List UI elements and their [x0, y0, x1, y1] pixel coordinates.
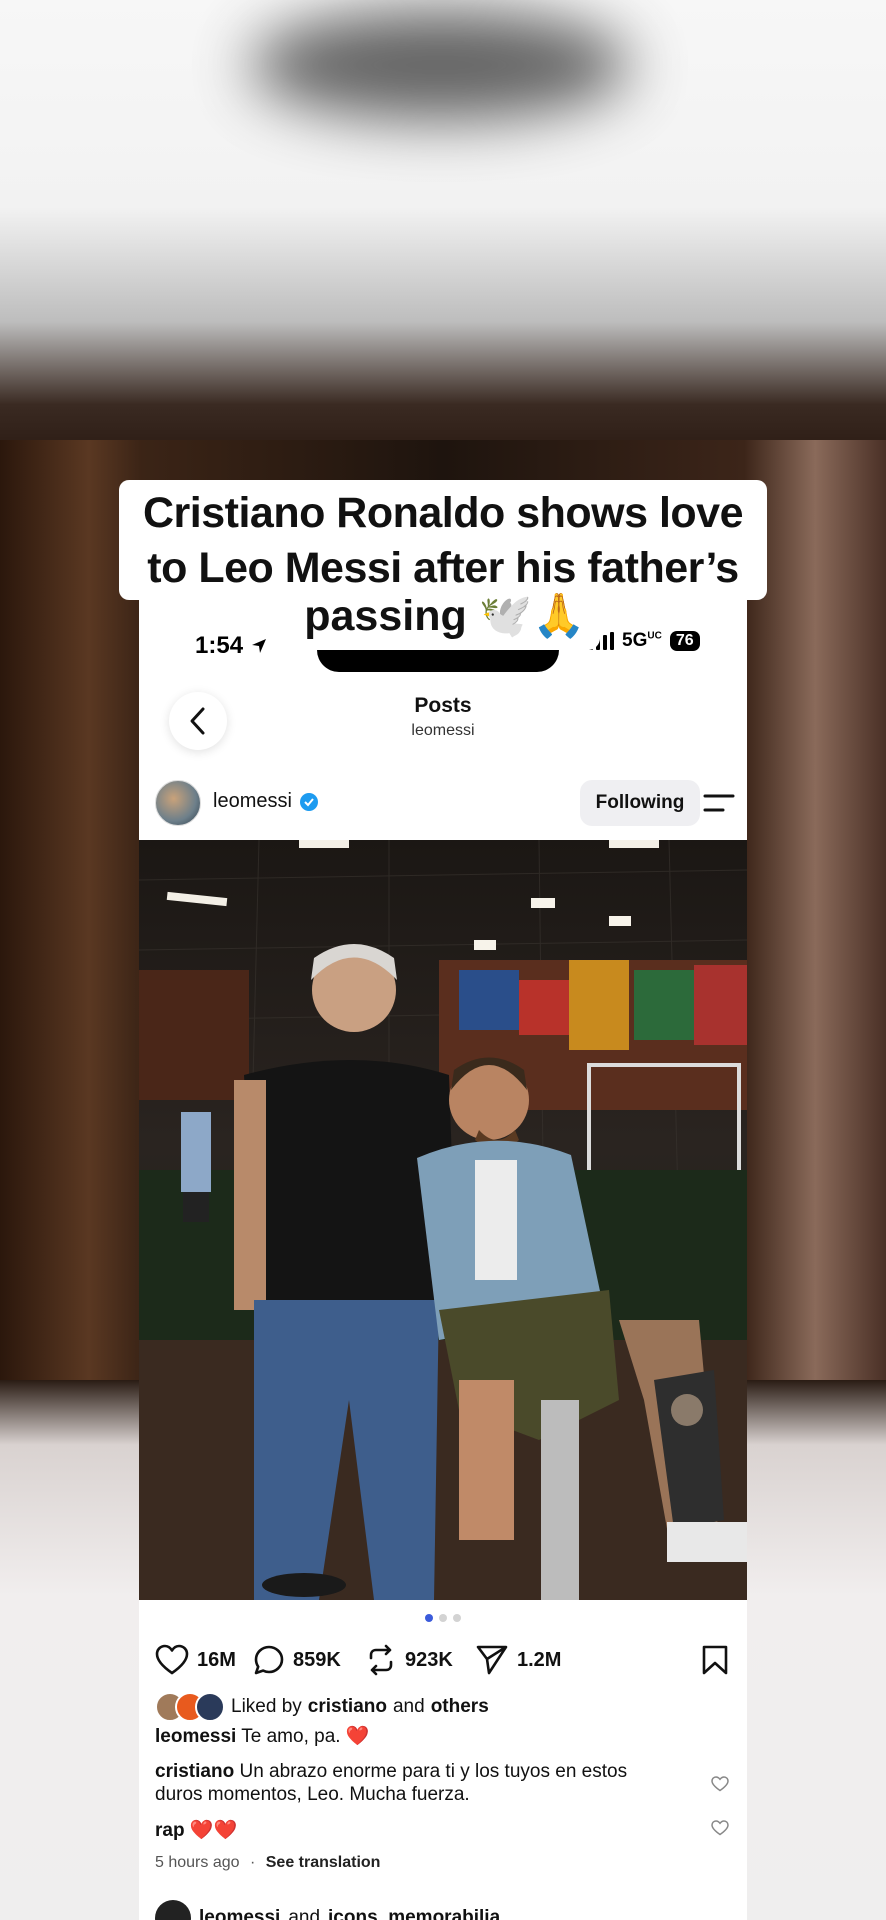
meta-separator: ·: [249, 1854, 256, 1871]
comment-user[interactable]: rap: [155, 1820, 185, 1841]
headline-line: Cristiano Ronaldo shows love: [142, 489, 744, 537]
network-suffix: UC: [647, 630, 662, 642]
headline-line-last: passing 🕊️🙏: [290, 588, 600, 650]
menu-icon[interactable]: [703, 792, 735, 814]
next-post-coauthor[interactable]: icons_memorabilia: [328, 1907, 500, 1920]
background-blur-shape: [250, 10, 630, 120]
liked-by-prefix: Liked by: [231, 1696, 302, 1717]
like-action[interactable]: 16M: [155, 1644, 236, 1676]
liked-by-user[interactable]: cristiano: [308, 1696, 387, 1718]
status-indicators: 5GUC 76: [589, 630, 700, 652]
comment-action[interactable]: 859K: [253, 1644, 341, 1676]
carousel-dot: [439, 1614, 447, 1622]
carousel-indicator: [139, 1614, 747, 1622]
page-subtitle: leomessi: [411, 722, 475, 739]
time-ago: 5 hours ago: [155, 1854, 240, 1871]
comment-icon: [254, 1645, 284, 1675]
next-post-joiner: and: [288, 1907, 321, 1920]
post-meta: 5 hours ago · See translation: [155, 1854, 380, 1872]
status-time: 1:54: [195, 632, 268, 660]
share-count: 1.2M: [517, 1648, 562, 1671]
verified-icon: [299, 792, 318, 811]
post-actions: 16M 859K 923K 1.2M: [155, 1640, 731, 1684]
following-button[interactable]: Following: [580, 780, 700, 826]
like-count: 16M: [197, 1648, 236, 1671]
post-caption: leomessi Te amo, pa. ❤️: [155, 1724, 715, 1748]
caption-user[interactable]: leomessi: [155, 1726, 236, 1747]
next-post-header: leomessi and icons_memorabilia: [155, 1900, 500, 1920]
avatar[interactable]: [155, 1900, 191, 1920]
carousel-dot-active: [425, 1614, 433, 1622]
liked-by[interactable]: Liked by cristiano and others: [155, 1692, 489, 1722]
post-username[interactable]: leomessi: [213, 790, 318, 813]
page-title: Posts: [414, 694, 472, 717]
post-photo[interactable]: [139, 840, 747, 1600]
post-header: leomessi Following: [155, 780, 735, 828]
username-label: leomessi: [213, 790, 292, 812]
liked-by-joiner: and: [392, 1696, 425, 1717]
comment-like-icon[interactable]: [711, 1820, 729, 1836]
liker-avatar: [195, 1692, 225, 1722]
comment-count: 859K: [293, 1648, 341, 1671]
heart-icon: [155, 1644, 189, 1675]
share-action[interactable]: 1.2M: [475, 1644, 561, 1676]
location-arrow-icon: [251, 639, 266, 653]
next-post-username[interactable]: leomessi: [199, 1907, 280, 1920]
liked-by-others[interactable]: others: [431, 1696, 489, 1718]
comment-item: rap ❤️❤️: [155, 1818, 237, 1842]
see-translation-link[interactable]: See translation: [266, 1854, 381, 1871]
comment-item: cristiano Un abrazo enorme para ti y los…: [155, 1760, 655, 1806]
avatar[interactable]: [155, 780, 201, 826]
headline-overlay: Cristiano Ronaldo shows love to Leo Mess…: [119, 480, 767, 600]
carousel-dot: [453, 1614, 461, 1622]
comment-like-icon[interactable]: [711, 1776, 729, 1792]
photo-illustration: [139, 840, 747, 1600]
share-icon: [476, 1645, 508, 1675]
bookmark-icon[interactable]: [701, 1644, 729, 1676]
battery-indicator: 76: [669, 631, 700, 651]
repost-action[interactable]: 923K: [365, 1644, 453, 1676]
repost-icon: [369, 1644, 393, 1676]
comment-text: ❤️❤️: [189, 1820, 238, 1841]
repost-count: 923K: [405, 1648, 453, 1671]
network-label: 5G: [622, 630, 648, 651]
comment-user[interactable]: cristiano: [155, 1761, 234, 1782]
instagram-screenshot: 1:54 5GUC 76 Posts leomessi leomessi Fol…: [139, 600, 747, 1920]
caption-text: Te amo, pa. ❤️: [241, 1726, 370, 1747]
